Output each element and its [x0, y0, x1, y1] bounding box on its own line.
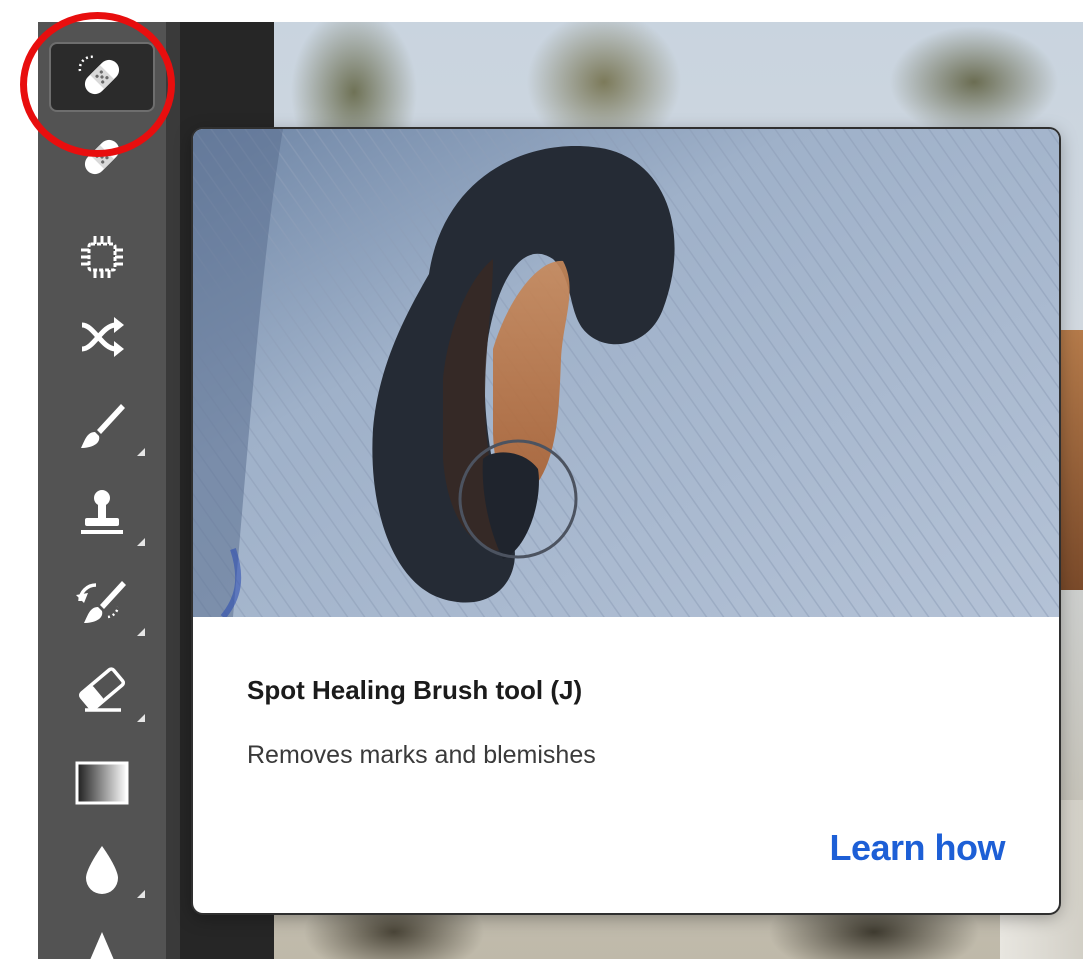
eraser-icon: [78, 667, 126, 712]
tool-clone-stamp[interactable]: [49, 478, 155, 548]
clone-stamp-submenu-indicator: [137, 538, 145, 546]
brush-submenu-indicator: [137, 448, 145, 456]
page-margin-left: [0, 0, 38, 959]
gradient-icon: [75, 761, 129, 805]
blur-drop-icon: [86, 846, 118, 894]
tooltip-demo-image: [193, 129, 1059, 617]
learn-how-link[interactable]: Learn how: [829, 827, 1005, 869]
tool-gradient[interactable]: [49, 748, 155, 818]
page-margin-top: [0, 0, 1083, 22]
blur-submenu-indicator: [137, 890, 145, 898]
tooltip-title: Spot Healing Brush tool (J): [247, 675, 583, 705]
tool-brush[interactable]: [49, 392, 155, 462]
patch-icon: [81, 236, 123, 278]
tool-content-aware-move[interactable]: [49, 302, 155, 372]
history-brush-submenu-indicator: [137, 628, 145, 636]
tools-panel-gutter: [166, 22, 180, 959]
tooltip-description: Removes marks and blemishes: [247, 741, 596, 769]
dodge-icon: [90, 932, 114, 959]
tool-patch[interactable]: [49, 222, 155, 292]
tool-history-brush[interactable]: [49, 568, 155, 638]
history-brush-icon: [76, 581, 126, 623]
clone-stamp-icon: [81, 490, 123, 534]
tool-dodge[interactable]: [49, 914, 155, 959]
content-aware-move-icon: [81, 317, 124, 357]
highlight-annotation-circle: [20, 12, 175, 157]
brush-icon: [81, 404, 125, 448]
tool-blur[interactable]: [49, 834, 155, 904]
tool-tooltip-card: Spot Healing Brush tool (J) Removes mark…: [193, 129, 1059, 913]
eraser-submenu-indicator: [137, 714, 145, 722]
canvas-photo-detail: [1060, 330, 1083, 590]
tool-eraser[interactable]: [49, 654, 155, 724]
